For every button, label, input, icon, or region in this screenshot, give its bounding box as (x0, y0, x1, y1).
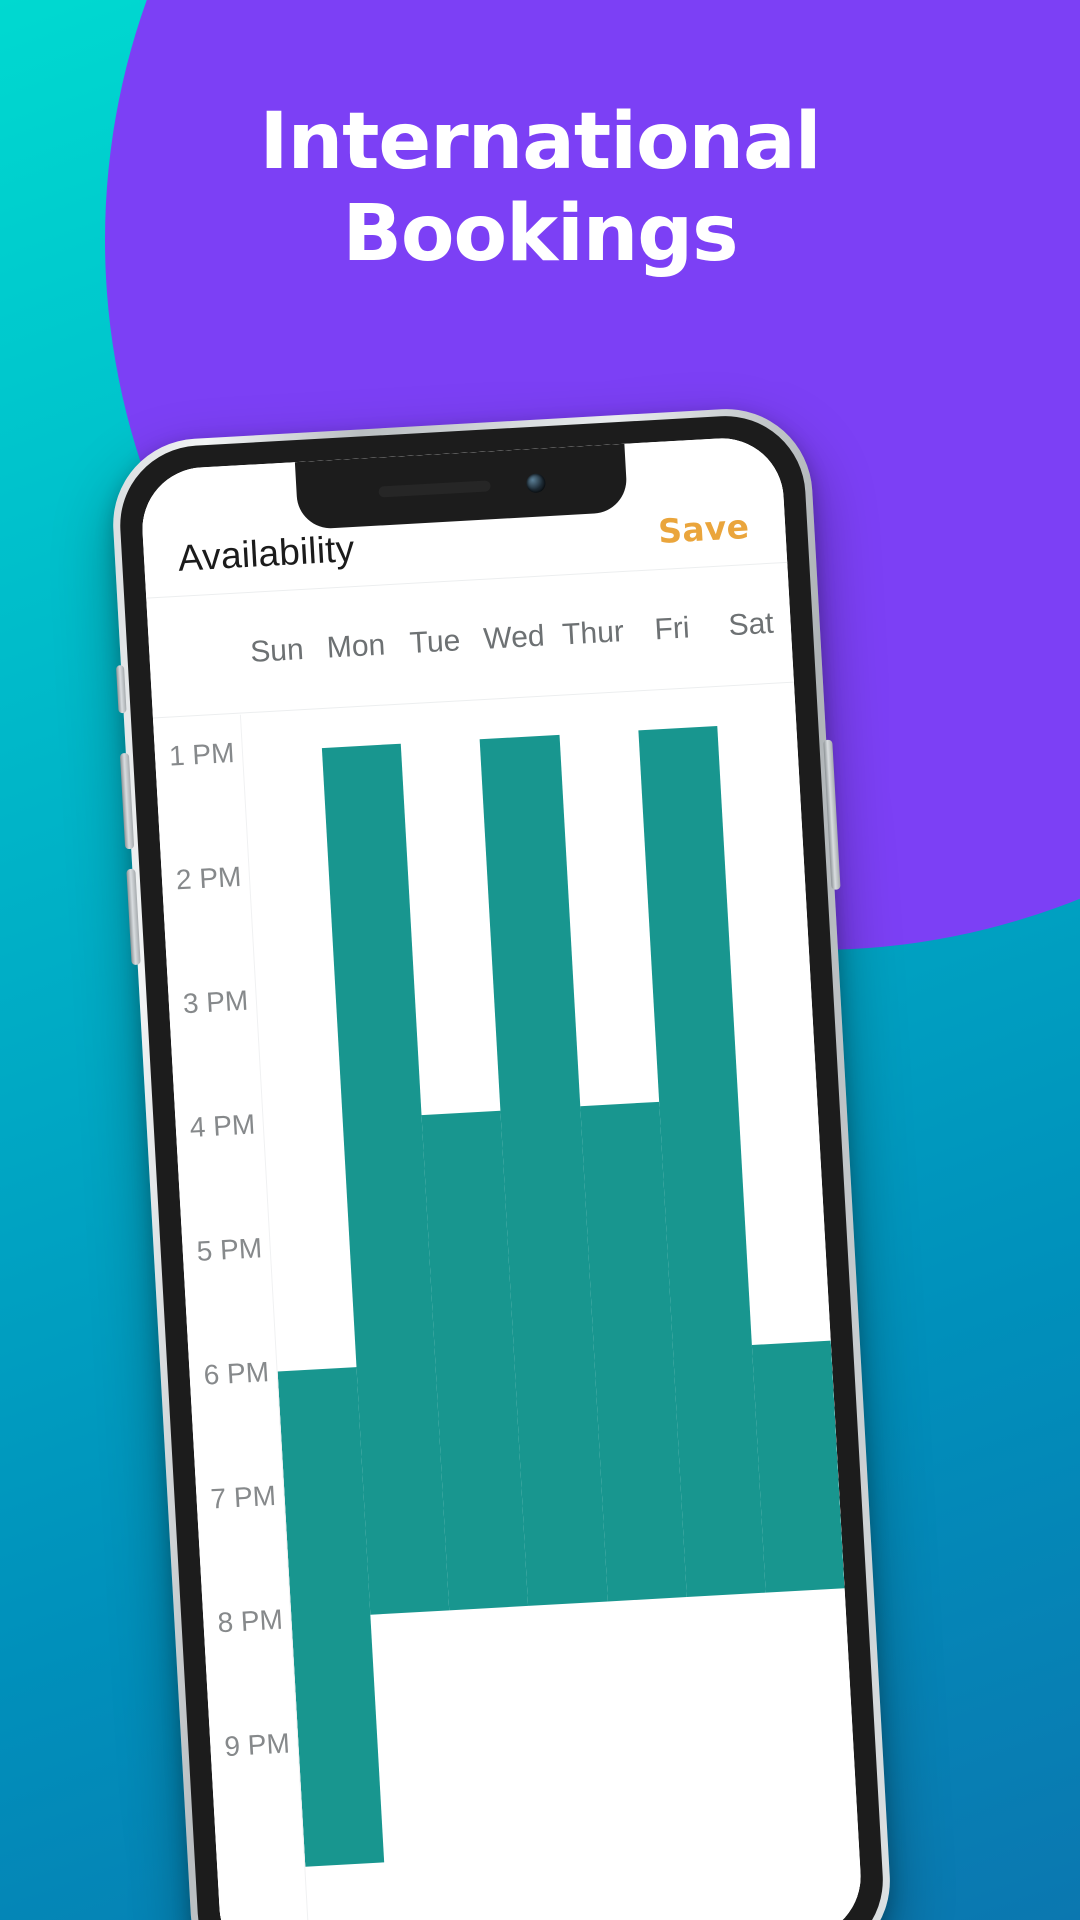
time-label-8-pm: 8 PM (216, 1603, 284, 1639)
promo-headline: International Bookings (0, 96, 1080, 280)
day-header-thur[interactable]: Thur (553, 615, 634, 653)
day-header-gutter-spacer (150, 654, 238, 659)
front-camera-icon (525, 472, 546, 493)
time-label-3-pm: 3 PM (182, 984, 250, 1020)
time-label-2-pm: 2 PM (175, 860, 243, 896)
time-label-5-pm: 5 PM (195, 1232, 263, 1267)
page-title: Availability (176, 528, 356, 579)
phone-mockup: Availability Save Sun Mon Tue Wed Thur F… (108, 404, 895, 1920)
save-button[interactable]: Save (657, 507, 752, 553)
time-label-1-pm: 1 PM (168, 737, 236, 772)
day-header-tue[interactable]: Tue (395, 623, 476, 661)
phone-bezel: Availability Save Sun Mon Tue Wed Thur F… (115, 411, 888, 1920)
availability-calendar-grid[interactable]: 1 PM 2 PM 3 PM 4 PM 5 PM 6 PM 7 PM 8 PM 9 PM (153, 683, 864, 1920)
day-header-fri[interactable]: Fri (632, 610, 713, 648)
day-header-wed[interactable]: Wed (474, 619, 555, 657)
time-label-4-pm: 4 PM (188, 1108, 256, 1144)
time-label-9-pm: 9 PM (223, 1727, 291, 1763)
day-header-sat[interactable]: Sat (711, 606, 792, 644)
app-screen: Availability Save Sun Mon Tue Wed Thur F… (139, 435, 864, 1920)
headline-line-1: International (259, 97, 822, 187)
availability-slot-layer[interactable] (241, 684, 864, 1920)
headline-line-2: Bookings (342, 189, 738, 280)
phone-screen: Availability Save Sun Mon Tue Wed Thur F… (139, 435, 864, 1920)
day-header-sun[interactable]: Sun (237, 632, 318, 670)
availability-block-sat[interactable] (751, 1340, 845, 1593)
day-header-mon[interactable]: Mon (316, 628, 397, 666)
earpiece-speaker-icon (377, 479, 491, 498)
time-label-7-pm: 7 PM (209, 1479, 277, 1515)
time-label-6-pm: 6 PM (202, 1356, 270, 1391)
